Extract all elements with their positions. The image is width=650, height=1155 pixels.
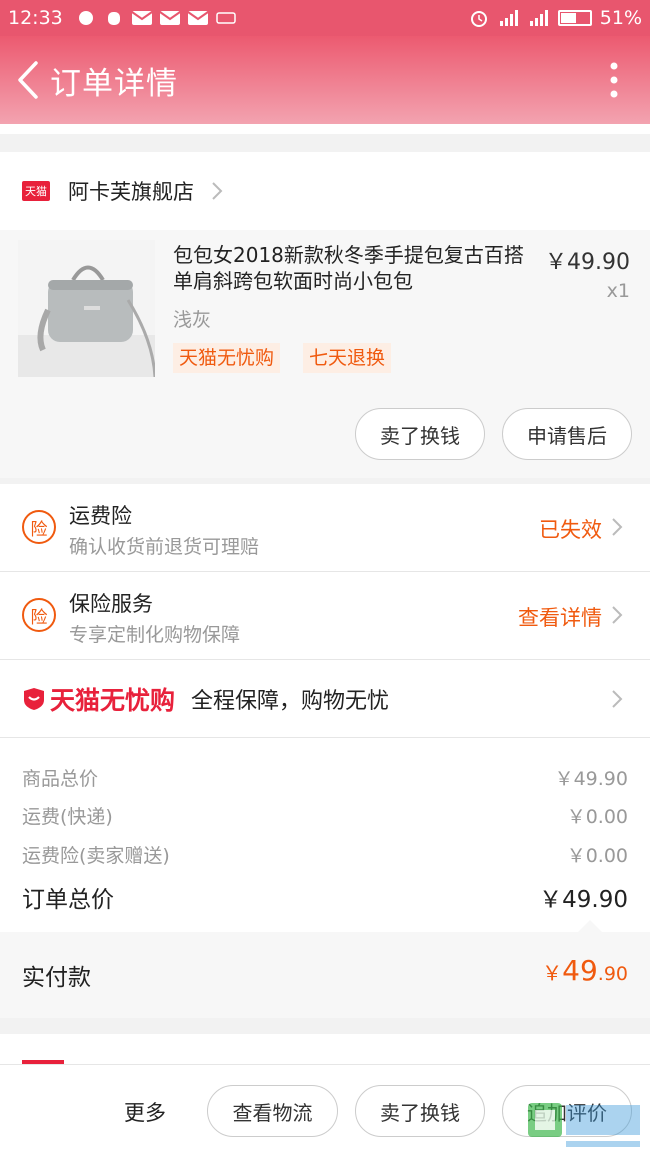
battery-level: 51% bbox=[599, 7, 642, 29]
tmall-badge: 天猫 bbox=[22, 181, 50, 201]
product-quantity: x1 bbox=[606, 280, 630, 302]
service-tag: 七天退换 bbox=[303, 343, 392, 373]
signal-4g-icon bbox=[529, 10, 548, 26]
mail-icon bbox=[187, 11, 209, 25]
tmall-shield-icon bbox=[24, 687, 44, 710]
worry-free-text: 全程保障，购物无忧 bbox=[191, 688, 390, 714]
product-sku: 浅灰 bbox=[173, 309, 212, 331]
header: 订单详情 bbox=[0, 36, 650, 124]
product-price: ￥49.90 bbox=[545, 250, 630, 275]
sell-button[interactable]: 卖了换钱 bbox=[355, 408, 485, 460]
paid-label: 实付款 bbox=[22, 965, 91, 991]
insurance-title: 运费险 bbox=[69, 504, 132, 528]
status-time: 12:33 bbox=[8, 7, 63, 29]
page-title: 订单详情 bbox=[50, 65, 178, 102]
price-label: 商品总价 bbox=[22, 768, 99, 790]
insurance-icon: 险 bbox=[22, 598, 56, 632]
shop-row[interactable]: 天猫 阿卡芙旗舰店 bbox=[0, 152, 650, 230]
paid-decimal: .90 bbox=[597, 963, 628, 985]
product-item: 包包女2018新款秋冬季手提包复古百搭单肩斜跨包软面时尚小包包 ￥49.90 x… bbox=[0, 230, 650, 478]
keyboard-icon bbox=[216, 12, 236, 24]
battery-icon bbox=[557, 10, 592, 26]
chevron-right-icon bbox=[612, 606, 623, 624]
signal-icon bbox=[499, 10, 518, 26]
notification-icons bbox=[75, 9, 237, 27]
mail-icon bbox=[159, 11, 181, 25]
price-label: 运费险(卖家赠送) bbox=[22, 845, 170, 867]
mail-icon bbox=[131, 11, 153, 25]
price-breakdown: 商品总价 ￥49.90 运费(快递) ￥0.00 运费险(卖家赠送) ￥0.00… bbox=[0, 738, 650, 932]
hand-notification-icon bbox=[107, 12, 120, 25]
more-button[interactable]: 更多 bbox=[124, 1097, 166, 1127]
shipping-insurance-row[interactable]: 险 运费险 确认收货前退货可理赔 已失效 bbox=[0, 484, 650, 572]
notch-arrow bbox=[578, 920, 602, 932]
insurance-icon: 险 bbox=[22, 510, 56, 544]
alarm-icon bbox=[470, 11, 487, 27]
status-bar: 12:33 51% bbox=[0, 0, 650, 36]
paid-integer: 49 bbox=[562, 954, 598, 987]
insurance-status: 已失效 bbox=[539, 518, 602, 542]
sell-button[interactable]: 卖了换钱 bbox=[355, 1085, 485, 1137]
top-strip bbox=[0, 124, 650, 134]
more-vertical-icon[interactable] bbox=[608, 62, 620, 98]
worry-free-brand: 天猫无忧购 bbox=[50, 685, 176, 715]
service-tag: 天猫无忧购 bbox=[173, 343, 281, 373]
app-notification-icon bbox=[78, 11, 93, 25]
product-image[interactable] bbox=[18, 240, 155, 377]
insurance-title: 保险服务 bbox=[69, 592, 153, 616]
chevron-right-icon bbox=[212, 182, 223, 200]
worry-free-row[interactable]: 天猫无忧购 全程保障，购物无忧 bbox=[0, 660, 650, 738]
paid-amount: ￥49.90 bbox=[542, 954, 628, 987]
view-details-link[interactable]: 查看详情 bbox=[518, 602, 602, 632]
price-label: 运费(快递) bbox=[22, 806, 113, 828]
order-total-value: ￥49.90 bbox=[539, 887, 628, 913]
watermark-logo bbox=[528, 1103, 640, 1147]
price-value: ￥0.00 bbox=[566, 806, 628, 828]
price-value: ￥49.90 bbox=[554, 768, 628, 790]
bottom-action-bar: 更多 查看物流 卖了换钱 追加评价 bbox=[0, 1064, 650, 1155]
insurance-subtitle: 专享定制化购物保障 bbox=[69, 624, 241, 646]
after-sale-button[interactable]: 申请售后 bbox=[502, 408, 632, 460]
view-logistics-button[interactable]: 查看物流 bbox=[207, 1085, 338, 1137]
chevron-right-icon bbox=[612, 518, 623, 536]
insurance-subtitle: 确认收货前退货可理赔 bbox=[69, 536, 260, 558]
chevron-right-icon bbox=[612, 690, 623, 708]
shop-name: 阿卡芙旗舰店 bbox=[68, 180, 194, 204]
insurance-service-row[interactable]: 险 保险服务 专享定制化购物保障 查看详情 bbox=[0, 572, 650, 660]
price-value: ￥0.00 bbox=[566, 845, 628, 867]
order-total-label: 订单总价 bbox=[22, 887, 114, 913]
currency-symbol: ￥ bbox=[542, 961, 563, 985]
paid-amount-row: 实付款 ￥49.90 bbox=[0, 932, 650, 1018]
chevron-left-icon[interactable] bbox=[10, 58, 46, 102]
product-title[interactable]: 包包女2018新款秋冬季手提包复古百搭单肩斜跨包软面时尚小包包 bbox=[173, 242, 533, 294]
